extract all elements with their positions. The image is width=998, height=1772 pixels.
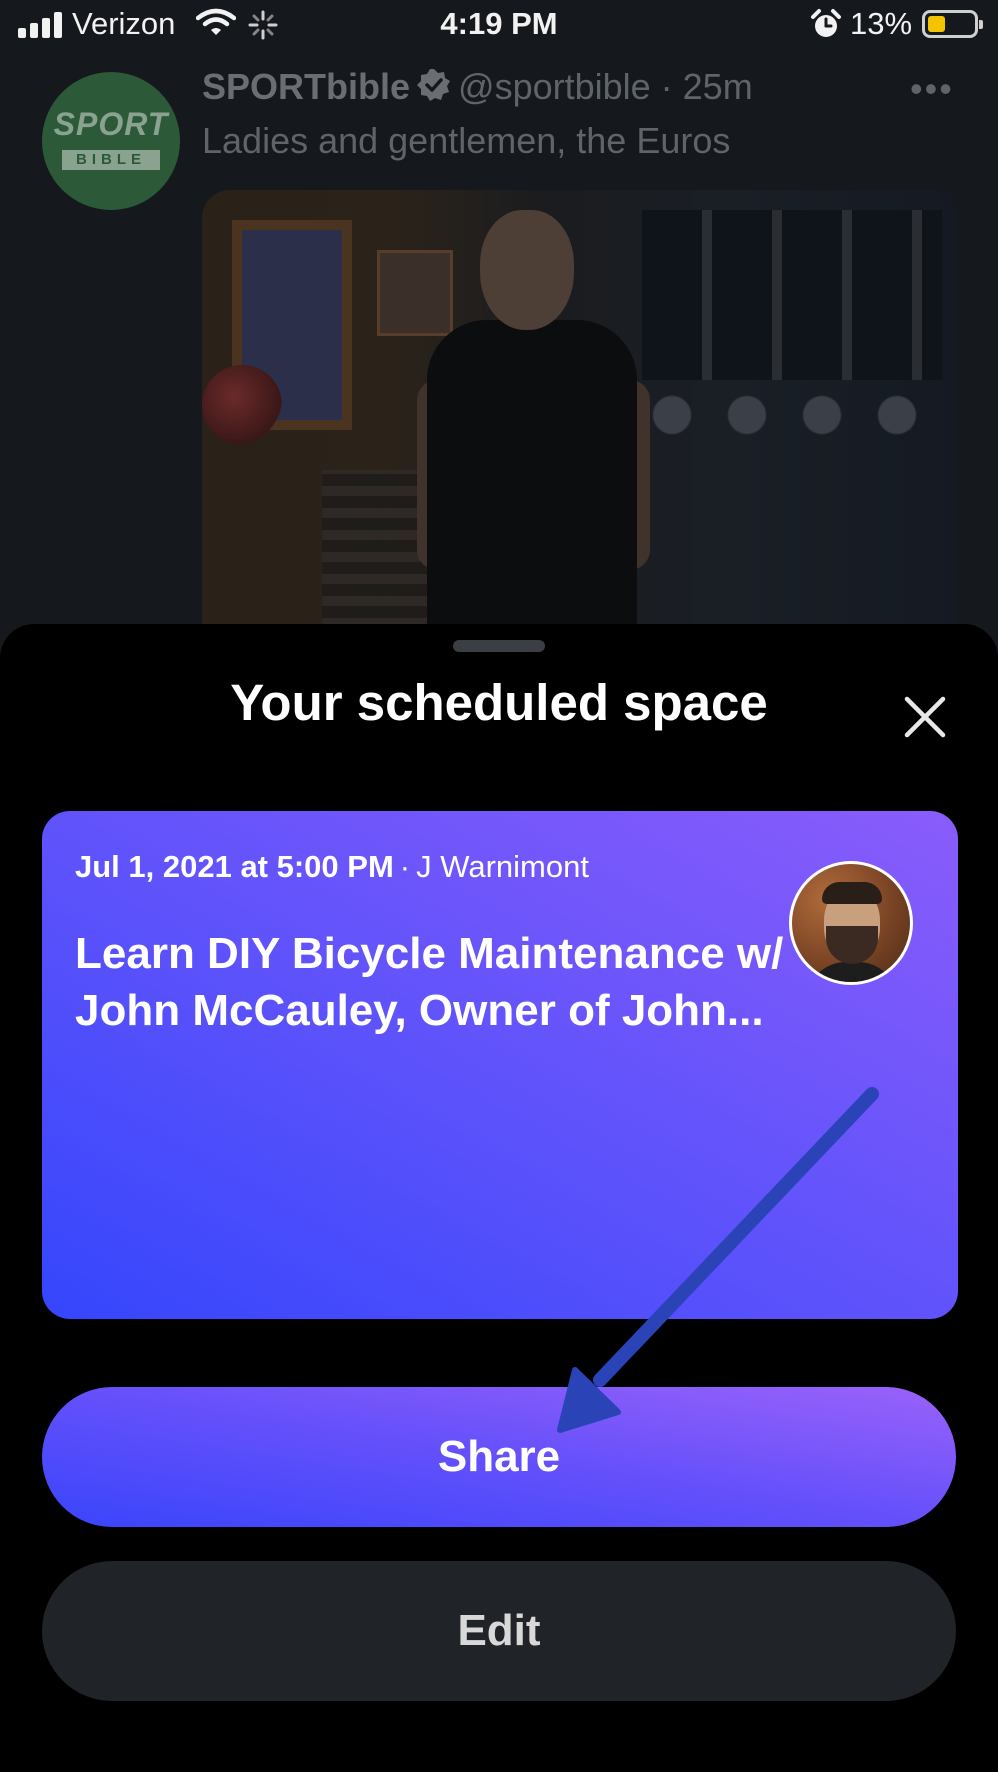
tweet-media-image[interactable] bbox=[202, 190, 957, 650]
avatar-shirt bbox=[806, 962, 898, 982]
edit-button[interactable]: Edit bbox=[42, 1561, 956, 1701]
avatar-logo-subtext: BIBLE bbox=[62, 150, 160, 170]
media-sign bbox=[377, 250, 453, 336]
background-tweet: SPORT BIBLE SPORTbible @sportbible · 25m… bbox=[0, 50, 998, 650]
space-date: Jul 1, 2021 at 5:00 PM bbox=[75, 849, 394, 884]
alarm-icon bbox=[811, 9, 841, 37]
space-host: J Warnimont bbox=[416, 849, 589, 884]
battery-level bbox=[928, 16, 945, 32]
media-person-head bbox=[480, 210, 574, 330]
avatar-beard bbox=[826, 926, 878, 964]
tweet-handle-time: @sportbible · 25m bbox=[458, 66, 753, 107]
space-meta: Jul 1, 2021 at 5:00 PM · J Warnimont bbox=[75, 849, 589, 885]
avatar-logo-text: SPORT bbox=[53, 106, 169, 142]
more-options-icon[interactable]: ••• bbox=[910, 68, 954, 110]
media-portholes bbox=[642, 390, 942, 440]
verified-badge-icon bbox=[417, 69, 451, 101]
avatar-hair bbox=[822, 882, 882, 904]
media-windows bbox=[642, 210, 942, 380]
battery-percent: 13% bbox=[850, 6, 913, 41]
share-button[interactable]: Share bbox=[42, 1387, 956, 1527]
sheet-grabber-handle[interactable] bbox=[453, 640, 545, 652]
host-avatar[interactable] bbox=[789, 861, 913, 985]
tweet-avatar[interactable]: SPORT BIBLE bbox=[42, 72, 180, 210]
sheet-title: Your scheduled space bbox=[230, 674, 768, 731]
scheduled-space-sheet: Your scheduled space Jul 1, 2021 at 5:00… bbox=[0, 624, 998, 1772]
status-bar: Verizon 4:19 PM 13% bbox=[0, 0, 998, 50]
media-flowers bbox=[202, 365, 282, 445]
tweet-display-name[interactable]: SPORTbible bbox=[202, 66, 410, 107]
space-title: Learn DIY Bicycle Maintenance w/ John Mc… bbox=[75, 929, 784, 1035]
tweet-text: Ladies and gentlemen, the Euros bbox=[202, 120, 731, 161]
meta-separator: · bbox=[399, 849, 411, 884]
battery-icon bbox=[922, 10, 983, 38]
tweet-header: SPORTbible @sportbible · 25m bbox=[202, 66, 753, 108]
scheduled-space-card[interactable]: Jul 1, 2021 at 5:00 PM · J Warnimont Learn… bbox=[42, 811, 958, 1319]
clock: 4:19 PM bbox=[440, 6, 558, 41]
media-person-body bbox=[427, 320, 637, 650]
close-icon[interactable] bbox=[898, 690, 952, 744]
